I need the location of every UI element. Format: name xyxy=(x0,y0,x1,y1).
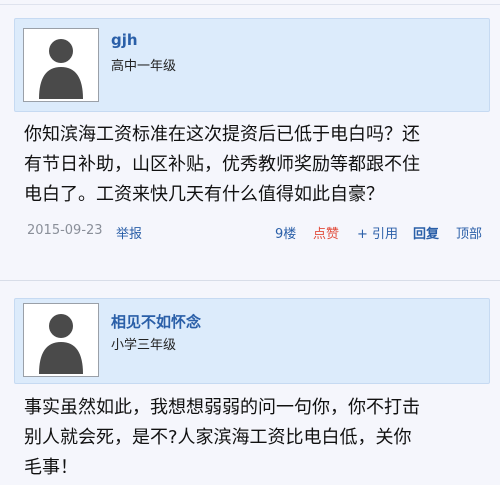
post-content-line: 事实虽然如此，我想想弱弱的问一句你，你不打击 xyxy=(24,397,420,418)
post-header: 相见不如怀念 小学三年级 xyxy=(14,298,490,384)
post: 相见不如怀念 小学三年级 事实虽然如此，我想想弱弱的问一句你，你不打击 别人就会… xyxy=(0,292,500,485)
post-content-line: 电白了。工资来快几天有什么值得如此自豪？ xyxy=(24,184,384,205)
post: gjh 高中一年级 你知滨海工资标准在这次提资后已低于电白吗？还 有节日补助，山… xyxy=(0,8,500,261)
post-header: gjh 高中一年级 xyxy=(14,18,490,112)
quote-button[interactable]: + 引用 xyxy=(357,223,398,242)
top-rule xyxy=(0,0,500,5)
back-to-top-link[interactable]: 顶部 xyxy=(456,223,482,242)
reply-button[interactable]: 回复 xyxy=(413,223,439,242)
post-content-line: 别人就会死，是不?人家滨海工资比电白低，关你 xyxy=(24,427,412,448)
post-date: 2015-09-23 xyxy=(27,223,103,238)
report-link[interactable]: 举报 xyxy=(116,223,142,242)
floor-number: 9楼 xyxy=(275,227,297,242)
post-content: 你知滨海工资标准在这次提资后已低于电白吗？还 有节日补助，山区补贴，优秀教师奖励… xyxy=(24,120,484,210)
default-avatar-icon xyxy=(24,29,98,101)
default-avatar-icon xyxy=(24,304,98,376)
username[interactable]: gjh xyxy=(111,31,138,49)
post-divider xyxy=(0,280,500,281)
post-content-line: 你知滨海工资标准在这次提资后已低于电白吗？还 xyxy=(24,124,420,145)
user-grade: 高中一年级 xyxy=(111,59,177,74)
like-button[interactable]: 点赞 xyxy=(313,223,339,242)
post-content-line: 毛事！ xyxy=(24,457,78,478)
avatar[interactable] xyxy=(23,28,99,102)
post-content: 事实虽然如此，我想想弱弱的问一句你，你不打击 别人就会死，是不?人家滨海工资比电… xyxy=(24,393,484,483)
post-content-line: 有节日补助，山区补贴，优秀教师奖励等都跟不住 xyxy=(24,154,420,175)
post-meta: 2015-09-23 举报 9楼 点赞 + 引用 回复 顶部 xyxy=(0,223,500,243)
avatar[interactable] xyxy=(23,303,99,377)
user-grade: 小学三年级 xyxy=(111,338,177,353)
username[interactable]: 相见不如怀念 xyxy=(111,311,201,332)
